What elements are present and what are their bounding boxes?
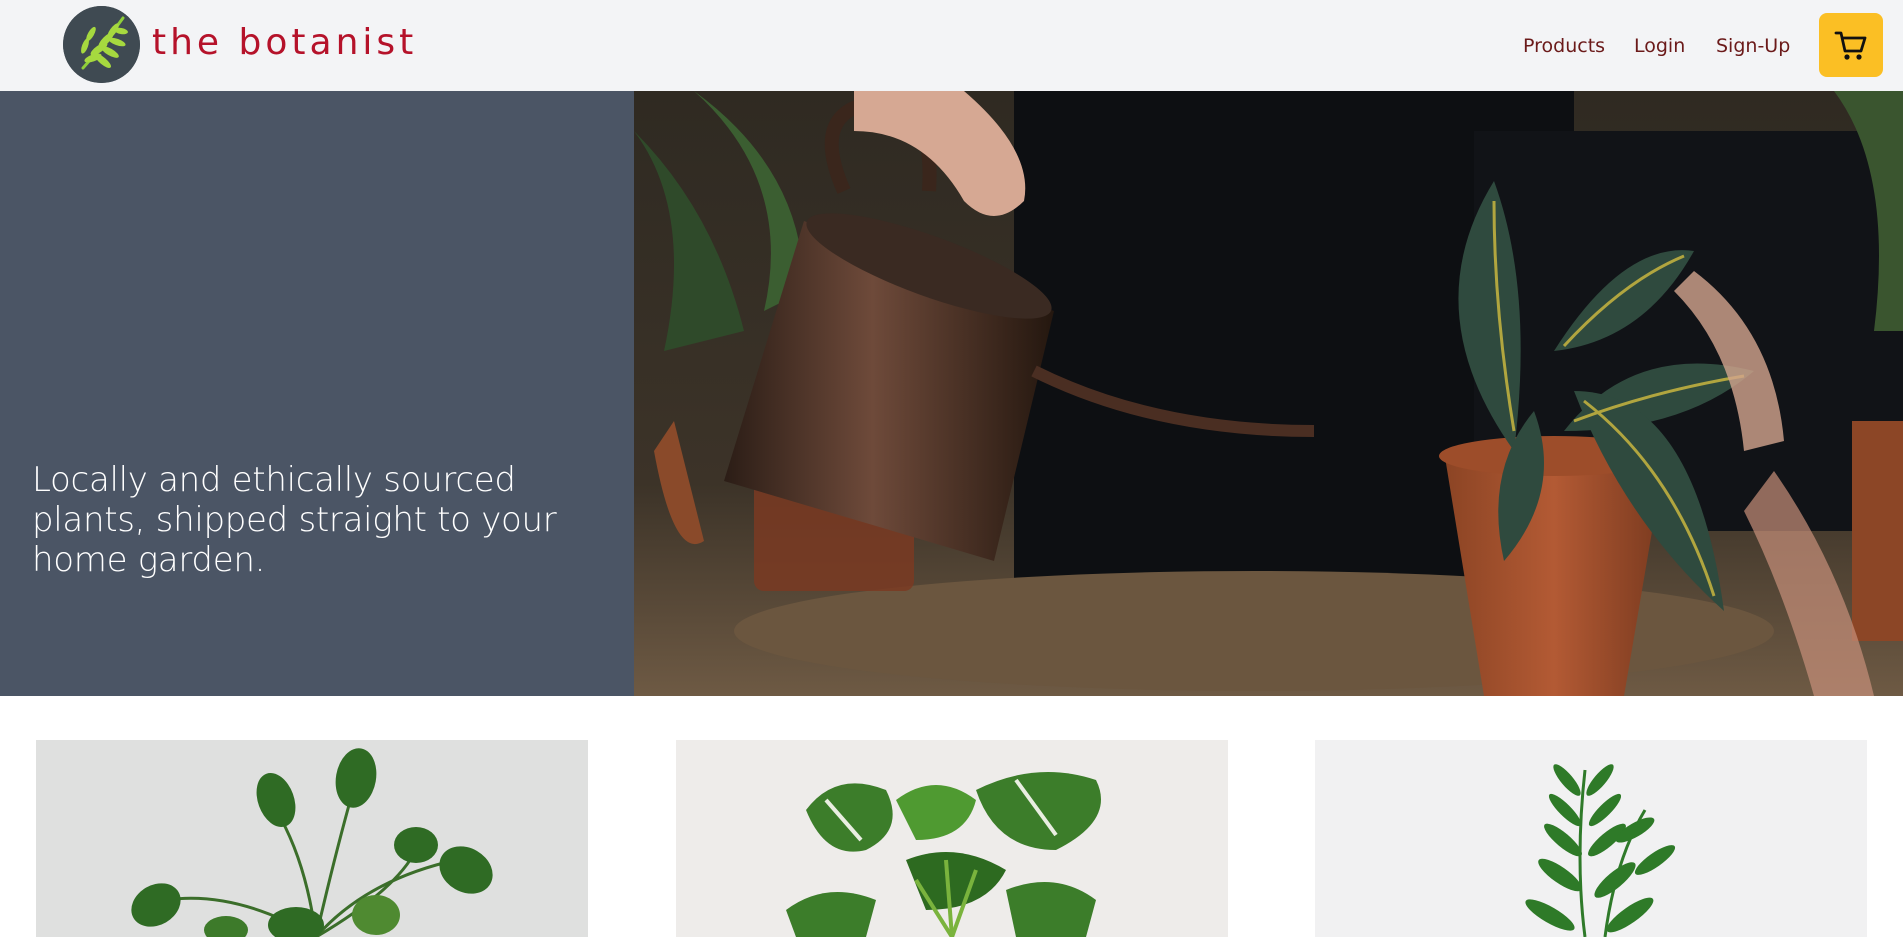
product-card[interactable]: [1315, 740, 1867, 937]
product-image: [36, 740, 588, 937]
cart-button[interactable]: [1819, 13, 1883, 77]
brand-name[interactable]: the botanist: [152, 18, 417, 68]
hero-text-panel: Locally and ethically sourced plants, sh…: [0, 91, 634, 696]
product-image: [1315, 740, 1867, 937]
leaf-logo-icon[interactable]: [63, 6, 140, 83]
product-card[interactable]: [36, 740, 588, 937]
product-card[interactable]: [676, 740, 1228, 937]
hero-watering-plant-image: [634, 91, 1903, 696]
nav-products-link[interactable]: Products: [1523, 35, 1605, 57]
product-image: [676, 740, 1228, 937]
shopping-cart-icon: [1834, 31, 1867, 60]
nav-signup-link[interactable]: Sign-Up: [1716, 35, 1790, 57]
hero-tagline: Locally and ethically sourced plants, sh…: [32, 460, 557, 580]
nav-login-link[interactable]: Login: [1634, 35, 1685, 57]
site-header: the botanist Products Login Sign-Up: [0, 0, 1903, 91]
